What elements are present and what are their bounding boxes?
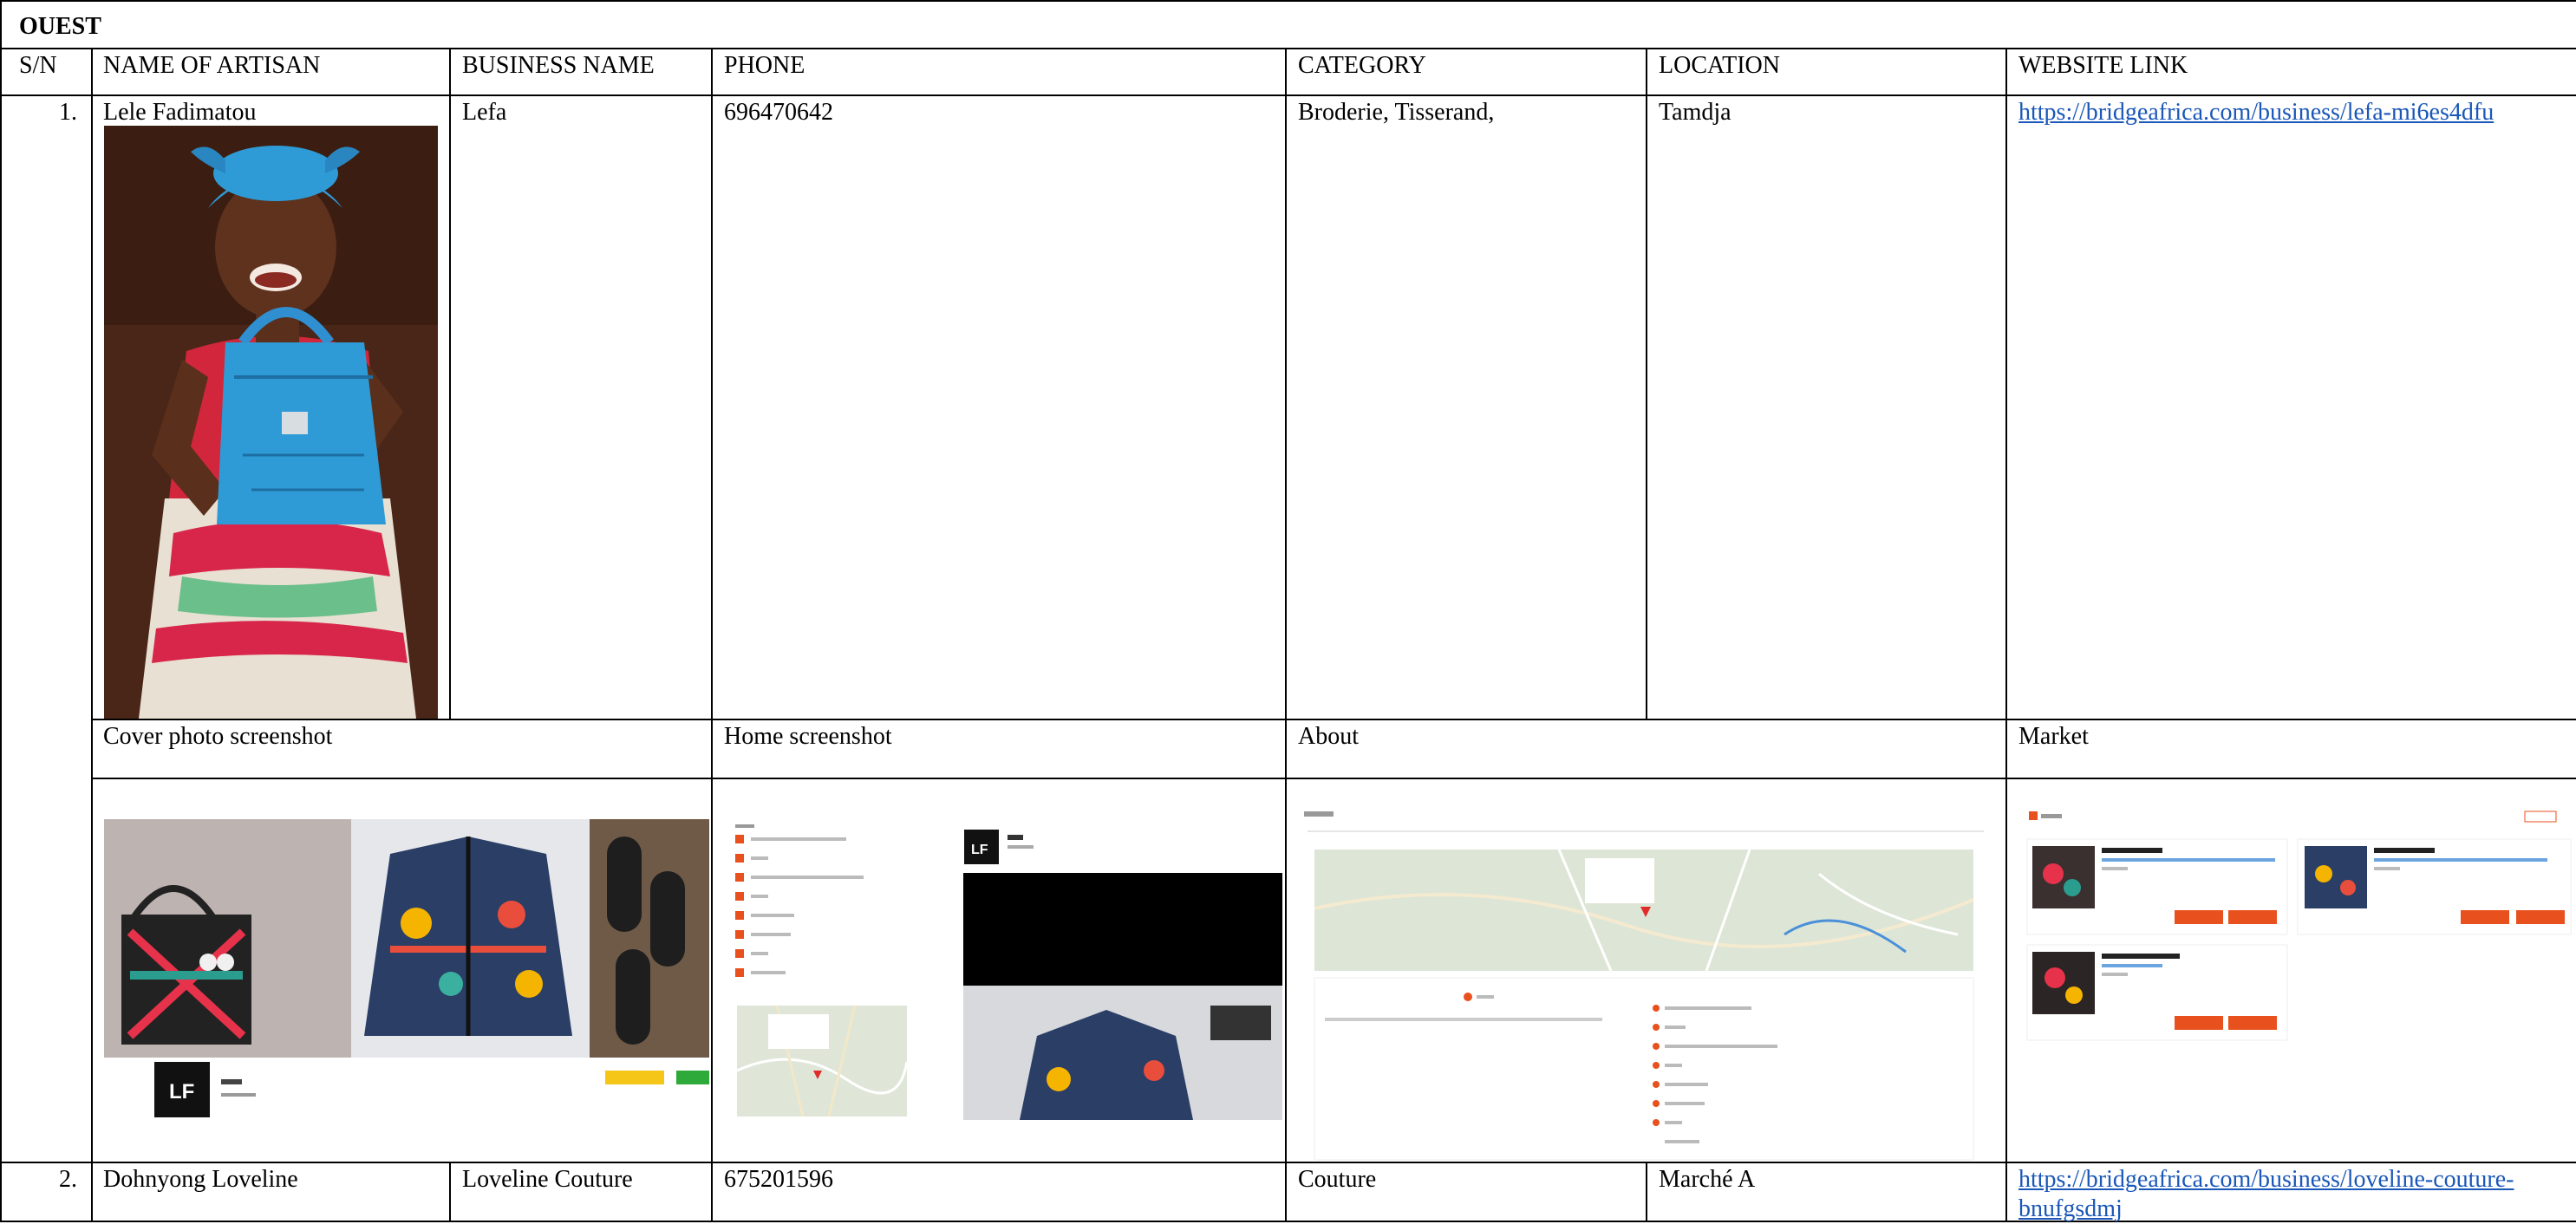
artisan-photo: [104, 126, 438, 719]
home-screenshot-image: LF: [725, 819, 1283, 1123]
row2-website-line2[interactable]: bnufgsdmj: [2018, 1195, 2514, 1224]
cover-screenshot-label: Cover photo screenshot: [103, 723, 333, 750]
header-business: BUSINESS NAME: [462, 52, 655, 79]
home-screenshot-illustration: LF: [725, 819, 1283, 1123]
table-rule: [91, 778, 2576, 779]
row1-category: Broderie, Tisserand,: [1298, 99, 1495, 126]
table-rule: [0, 94, 2576, 96]
svg-text:LF: LF: [971, 843, 988, 857]
table-col-rule: [449, 48, 451, 719]
header-category: CATEGORY: [1298, 52, 1426, 79]
table-rule: [91, 719, 2576, 720]
about-screenshot-image: [1299, 804, 1991, 1162]
cover-screenshot-image: LF: [104, 819, 709, 1123]
home-screenshot-label: Home screenshot: [724, 723, 892, 750]
table-col-rule: [91, 48, 93, 1222]
header-sn: S/N: [19, 52, 57, 79]
artisan-photo-illustration: [104, 126, 438, 719]
row2-name: Dohnyong Loveline: [103, 1166, 298, 1193]
region-title: OUEST: [19, 13, 101, 40]
about-screenshot-illustration: [1299, 804, 1991, 1162]
table-col-rule: [1646, 1162, 1647, 1222]
row1-sn: 1.: [59, 99, 77, 126]
row1-location: Tamdja: [1659, 99, 1731, 126]
header-phone: PHONE: [724, 52, 805, 79]
cover-screenshot-illustration: LF: [104, 819, 709, 1123]
header-location: LOCATION: [1659, 52, 1780, 79]
table-col-rule: [1646, 48, 1647, 719]
table-col-rule: [711, 48, 713, 1222]
market-screenshot-illustration: [2018, 804, 2576, 1162]
table-rule: [0, 1162, 2576, 1163]
table-col-rule: [2005, 48, 2007, 1222]
table-border-left: [0, 0, 2, 1222]
about-screenshot-label: About: [1298, 723, 1359, 750]
header-website: WEBSITE LINK: [2018, 52, 2188, 79]
row2-phone: 675201596: [724, 1166, 833, 1193]
market-screenshot-label: Market: [2018, 723, 2089, 750]
row2-category: Couture: [1298, 1166, 1377, 1193]
table-col-rule: [1285, 48, 1287, 1222]
svg-text:LF: LF: [169, 1080, 194, 1104]
row1-phone: 696470642: [724, 99, 833, 126]
header-name: NAME OF ARTISAN: [103, 52, 321, 79]
row1-website-link[interactable]: https://bridgeafrica.com/business/lefa-m…: [2018, 98, 2494, 127]
row1-name: Lele Fadimatou: [103, 99, 257, 126]
row2-website-line1[interactable]: https://bridgeafrica.com/business/loveli…: [2018, 1165, 2514, 1195]
row1-business: Lefa: [462, 99, 507, 126]
market-screenshot-image: [2018, 804, 2576, 1162]
row2-website-link[interactable]: https://bridgeafrica.com/business/loveli…: [2018, 1165, 2514, 1224]
table-border-top: [0, 0, 2576, 2]
row2-business: Loveline Couture: [462, 1166, 633, 1193]
table-col-rule: [449, 1162, 451, 1222]
row2-location: Marché A: [1659, 1166, 1756, 1193]
row2-sn: 2.: [59, 1166, 77, 1193]
table-rule: [0, 48, 2576, 49]
